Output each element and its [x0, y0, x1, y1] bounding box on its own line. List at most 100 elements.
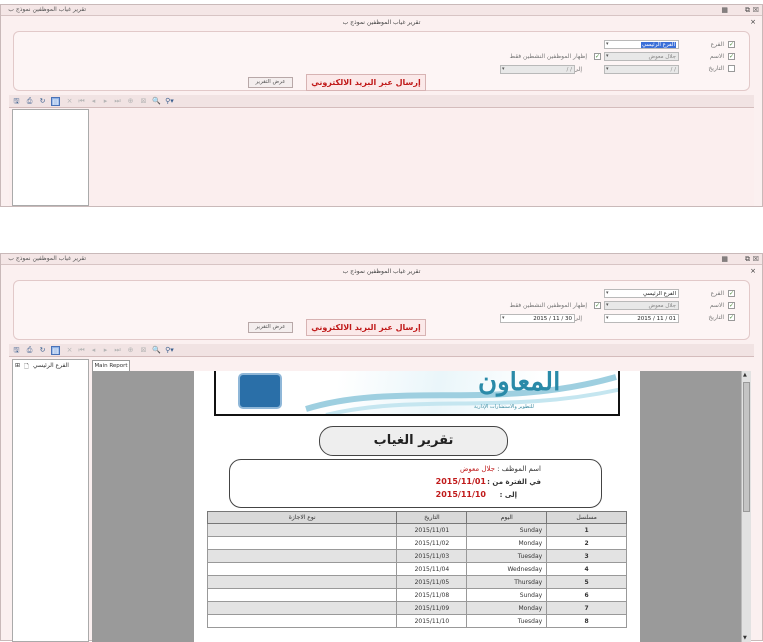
- name-checkbox[interactable]: ✓: [728, 53, 735, 60]
- chevron-down-icon[interactable]: ▾: [606, 53, 609, 59]
- group-tree[interactable]: [12, 109, 89, 206]
- branch-label: الفرع: [710, 41, 724, 48]
- chevron-down-icon[interactable]: ▾: [606, 41, 609, 47]
- export-icon[interactable]: 🖫: [12, 97, 21, 106]
- grid-icon[interactable]: ▦: [721, 255, 728, 263]
- cell-serial: 5: [546, 575, 627, 589]
- tree-expand-icon[interactable]: ⊞: [15, 362, 20, 369]
- vertical-scrollbar[interactable]: ▲ ▼: [741, 371, 751, 642]
- close-icon[interactable]: ☒: [753, 6, 759, 14]
- tree-toggle-icon[interactable]: ▤: [51, 346, 60, 355]
- date-checkbox[interactable]: [728, 65, 735, 72]
- report-toolbar: 🖫 ⎙ ↻ ▤ × ⏮ ◂ ▸ ⏭ ⊕ ⊠ 🔍 ⚲▾: [9, 344, 754, 357]
- name-label: الاسم: [709, 302, 724, 309]
- viewer-area: [9, 109, 754, 206]
- goto-page-icon[interactable]: ⊕: [126, 97, 135, 106]
- prev-page-icon[interactable]: ◂: [89, 97, 98, 106]
- restore-icon[interactable]: ⧉: [745, 6, 750, 15]
- first-page-icon[interactable]: ⏮: [77, 97, 86, 106]
- table-row: 2015/11/09 Monday 7: [206, 601, 627, 615]
- scroll-down-icon[interactable]: ▼: [743, 635, 747, 641]
- logo-emblem: [238, 373, 282, 409]
- col-type: نوع الاجازة: [206, 511, 398, 524]
- chevron-down-icon[interactable]: ▾: [606, 290, 609, 296]
- date-checkbox[interactable]: ✓: [728, 314, 735, 321]
- scroll-up-icon[interactable]: ▲: [743, 372, 747, 378]
- branch-select[interactable]: الفرع الرئيسي ▾: [604, 289, 679, 298]
- send-email-button[interactable]: إرسال عبر البريد الالكتروني: [306, 74, 426, 91]
- print-icon[interactable]: ⎙: [25, 346, 34, 355]
- active-only-label: إظهار الموظفين النشطين فقط: [509, 302, 587, 309]
- last-page-icon[interactable]: ⏭: [113, 346, 122, 355]
- close-icon[interactable]: ×: [750, 18, 756, 26]
- group-tree[interactable]: ⊞ 🗋 الفرع الرئيسي: [12, 359, 89, 642]
- stop-icon[interactable]: ⊠: [139, 97, 148, 106]
- cell-day: Monday: [466, 601, 548, 615]
- scroll-thumb[interactable]: [743, 382, 750, 512]
- chevron-down-icon[interactable]: ▾: [606, 302, 609, 308]
- close-icon[interactable]: ×: [750, 267, 756, 275]
- cell-day: Tuesday: [466, 614, 548, 628]
- show-report-button[interactable]: عرض التقرير: [248, 322, 293, 333]
- next-page-icon[interactable]: ▸: [101, 97, 110, 106]
- branch-checkbox[interactable]: ✓: [728, 41, 735, 48]
- stop-icon[interactable]: ⊠: [139, 346, 148, 355]
- close-report-icon[interactable]: ×: [65, 97, 74, 106]
- cell-type: [206, 614, 398, 628]
- zoom-icon[interactable]: ⚲▾: [165, 97, 174, 106]
- zoom-icon[interactable]: ⚲▾: [165, 346, 174, 355]
- date-from-field[interactable]: 01 / 11 / 2015 ▾: [604, 314, 679, 323]
- date-to-field[interactable]: 30 / 11 / 2015 ▾: [500, 314, 575, 323]
- export-icon[interactable]: 🖫: [12, 346, 21, 355]
- period-to-date: 2015/11/10: [435, 490, 486, 499]
- chevron-down-icon[interactable]: ▾: [502, 315, 505, 321]
- chevron-down-icon[interactable]: ▾: [606, 66, 609, 72]
- close-report-icon[interactable]: ×: [65, 346, 74, 355]
- tab-main-report[interactable]: Main Report: [92, 360, 130, 371]
- active-only-checkbox[interactable]: ✓: [594, 53, 601, 60]
- cell-type: [206, 575, 398, 589]
- branch-select[interactable]: الفرع الرئيسي ▾: [604, 40, 679, 49]
- date-from-field[interactable]: / / ▾: [604, 65, 679, 74]
- search-icon[interactable]: 🔍: [152, 97, 161, 106]
- tree-toggle-icon[interactable]: ▤: [51, 97, 60, 106]
- restore-icon[interactable]: ⧉: [745, 255, 750, 264]
- date-to-field[interactable]: / / ▾: [500, 65, 575, 74]
- logo-tagline: للتطوير والاستشارات الإدارية: [474, 404, 534, 410]
- last-page-icon[interactable]: ⏭: [113, 97, 122, 106]
- cell-day: Sunday: [466, 588, 548, 602]
- chevron-down-icon[interactable]: ▾: [606, 315, 609, 321]
- cell-serial: 1: [546, 523, 627, 537]
- name-checkbox[interactable]: ✓: [728, 302, 735, 309]
- report-page-area: المعاون للتطوير والاستشارات الإدارية تقر…: [92, 371, 741, 642]
- report-window: تقرير غياب الموظفين نموذج ب ▦ ⧉ ☒ تقرير …: [0, 253, 763, 642]
- goto-page-icon[interactable]: ⊕: [126, 346, 135, 355]
- next-page-icon[interactable]: ▸: [101, 346, 110, 355]
- active-only-checkbox[interactable]: ✓: [594, 302, 601, 309]
- print-icon[interactable]: ⎙: [25, 97, 34, 106]
- cell-day: Sunday: [466, 523, 548, 537]
- first-page-icon[interactable]: ⏮: [77, 346, 86, 355]
- branch-checkbox[interactable]: ✓: [728, 290, 735, 297]
- cell-serial: 8: [546, 614, 627, 628]
- name-select[interactable]: جلال معوض ▾: [604, 52, 679, 61]
- show-report-button[interactable]: عرض التقرير: [248, 77, 293, 88]
- refresh-icon[interactable]: ↻: [38, 346, 47, 355]
- window-title: تقرير غياب الموظفين نموذج ب: [8, 255, 86, 262]
- col-day: اليوم: [466, 511, 548, 524]
- prev-page-icon[interactable]: ◂: [89, 346, 98, 355]
- filter-panel: ✓ الفرع ✓ الاسم ✓ التاريخ الفرع الرئيسي …: [13, 280, 750, 340]
- send-email-button[interactable]: إرسال عبر البريد الالكتروني: [306, 319, 426, 336]
- grid-icon[interactable]: ▦: [721, 6, 728, 14]
- cell-serial: 6: [546, 588, 627, 602]
- cell-date: 2015/11/09: [396, 601, 468, 615]
- search-icon[interactable]: 🔍: [152, 346, 161, 355]
- close-icon[interactable]: ☒: [753, 255, 759, 263]
- name-select[interactable]: جلال معوض ▾: [604, 301, 679, 310]
- tree-item-root[interactable]: الفرع الرئيسي: [33, 362, 69, 369]
- period-from-label: في الفترة من :: [487, 478, 541, 486]
- chevron-down-icon[interactable]: ▾: [502, 66, 505, 72]
- cell-type: [206, 536, 398, 550]
- refresh-icon[interactable]: ↻: [38, 97, 47, 106]
- cell-serial: 7: [546, 601, 627, 615]
